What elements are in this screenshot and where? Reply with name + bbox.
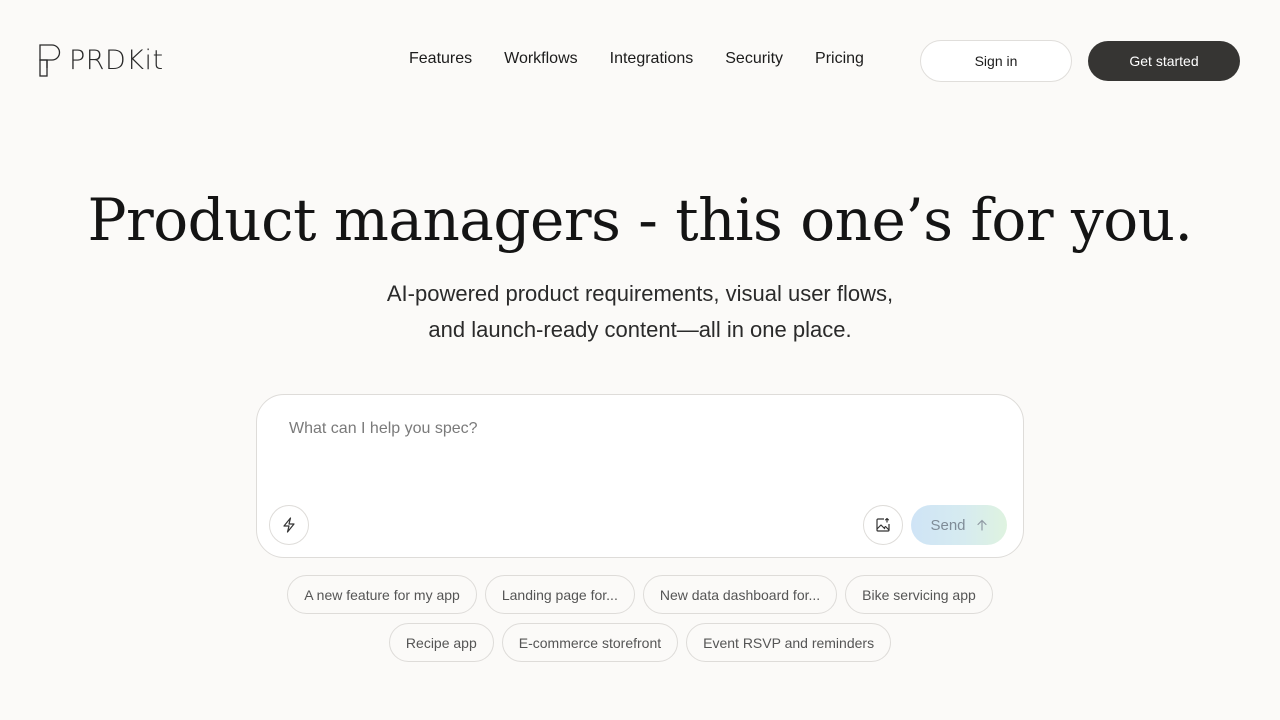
hero-subtitle: AI-powered product requirements, visual … xyxy=(0,276,1280,348)
quick-ideas-button[interactable] xyxy=(269,505,309,545)
attach-image-button[interactable] xyxy=(863,505,903,545)
p-logo-mark-icon xyxy=(39,44,61,77)
lightning-bolt-icon xyxy=(283,517,295,533)
suggestion-row-2: Recipe app E-commerce storefront Event R… xyxy=(0,623,1280,662)
suggestion-chip[interactable]: New data dashboard for... xyxy=(642,575,838,614)
hero-subtitle-line-2: and launch-ready content—all in one plac… xyxy=(428,317,852,342)
nav-link-pricing[interactable]: Pricing xyxy=(815,48,864,70)
send-label: Send xyxy=(930,516,966,534)
prompt-box: Send xyxy=(256,394,1024,558)
brand-logo[interactable]: PRDKit xyxy=(39,44,164,77)
suggestion-chip[interactable]: E-commerce storefront xyxy=(501,623,679,662)
suggestion-chip[interactable]: Bike servicing app xyxy=(845,575,993,614)
prompt-input[interactable] xyxy=(289,417,989,441)
suggestion-chip[interactable]: Landing page for... xyxy=(484,575,635,614)
nav-link-workflows[interactable]: Workflows xyxy=(504,48,578,70)
image-upload-icon xyxy=(876,517,890,532)
send-button[interactable]: Send xyxy=(911,505,1007,545)
suggestion-chip[interactable]: A new feature for my app xyxy=(287,575,477,614)
nav-link-security[interactable]: Security xyxy=(725,48,783,70)
get-started-button[interactable]: Get started xyxy=(1088,41,1240,81)
suggestion-chip[interactable]: Recipe app xyxy=(388,623,494,662)
suggestion-row-1: A new feature for my app Landing page fo… xyxy=(0,575,1280,614)
brand-name: PRDKit xyxy=(69,45,164,76)
suggestion-chip[interactable]: Event RSVP and reminders xyxy=(686,623,892,662)
nav-link-integrations[interactable]: Integrations xyxy=(610,48,694,70)
sign-in-button[interactable]: Sign in xyxy=(920,40,1072,82)
arrow-up-icon xyxy=(976,519,987,531)
hero-title: Product managers - this one’s for you. xyxy=(87,186,1193,254)
nav-link-features[interactable]: Features xyxy=(409,48,472,70)
hero-subtitle-line-1: AI-powered product requirements, visual … xyxy=(386,281,894,306)
main-nav: Features Workflows Integrations Security… xyxy=(409,48,864,70)
